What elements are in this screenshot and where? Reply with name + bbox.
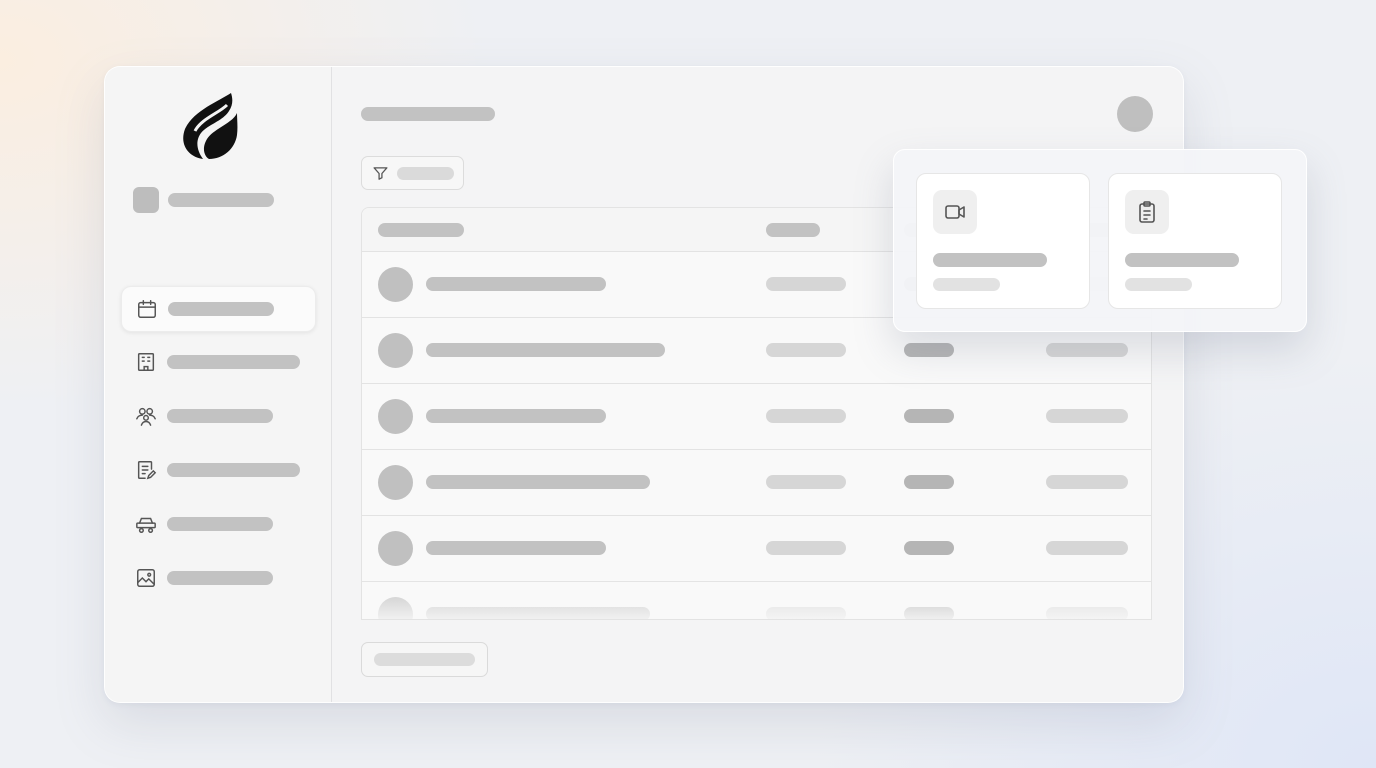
column-header xyxy=(766,223,820,237)
row-avatar xyxy=(378,597,413,619)
logo-icon xyxy=(179,91,239,163)
users-icon xyxy=(135,405,157,427)
notes-edit-icon xyxy=(135,459,157,481)
sidebar-item-vehicles[interactable] xyxy=(121,502,314,546)
row-cell-placeholder xyxy=(904,475,954,489)
row-name-placeholder xyxy=(426,475,650,489)
table-row[interactable] xyxy=(362,450,1151,516)
user-avatar[interactable] xyxy=(1117,96,1153,132)
image-icon xyxy=(135,567,157,589)
row-cell-placeholder xyxy=(766,277,846,291)
card-subtitle-placeholder xyxy=(933,278,1000,291)
action-card-clipboard[interactable] xyxy=(1108,173,1282,309)
row-avatar xyxy=(378,333,413,368)
workspace-switcher[interactable] xyxy=(133,185,313,213)
row-cell-placeholder xyxy=(766,607,846,619)
row-name-placeholder xyxy=(426,409,606,423)
sidebar-item-label xyxy=(168,302,274,316)
calendar-icon xyxy=(136,298,158,320)
card-title-placeholder xyxy=(933,253,1047,267)
card-title-placeholder xyxy=(1125,253,1239,267)
row-cell-placeholder xyxy=(904,409,954,423)
workspace-avatar xyxy=(133,187,159,213)
load-more-button[interactable] xyxy=(361,642,488,677)
table-row[interactable] xyxy=(362,516,1151,582)
video-icon xyxy=(933,190,977,234)
workspace-name-placeholder xyxy=(168,193,274,207)
clipboard-icon xyxy=(1125,190,1169,234)
building-icon xyxy=(135,351,157,373)
filter-icon xyxy=(372,165,389,182)
row-name-placeholder xyxy=(426,343,665,357)
row-cell-placeholder xyxy=(1046,541,1128,555)
sidebar-item-label xyxy=(167,409,273,423)
row-name-placeholder xyxy=(426,541,606,555)
page-title-placeholder xyxy=(361,107,495,121)
button-label-placeholder xyxy=(374,653,475,666)
sidebar-item-gallery[interactable] xyxy=(121,556,314,600)
row-avatar xyxy=(378,465,413,500)
sidebar-item-label xyxy=(167,355,300,369)
filter-button[interactable] xyxy=(361,156,464,190)
sidebar-item-label xyxy=(167,571,273,585)
row-cell-placeholder xyxy=(904,343,954,357)
row-name-placeholder xyxy=(426,607,650,619)
row-cell-placeholder xyxy=(904,541,954,555)
row-cell-placeholder xyxy=(1046,475,1128,489)
sidebar-item-label xyxy=(167,463,300,477)
row-name-placeholder xyxy=(426,277,606,291)
row-cell-placeholder xyxy=(1046,607,1128,619)
row-avatar xyxy=(378,531,413,566)
row-avatar xyxy=(378,267,413,302)
row-cell-placeholder xyxy=(1046,343,1128,357)
row-cell-placeholder xyxy=(766,475,846,489)
sidebar xyxy=(105,67,332,702)
row-cell-placeholder xyxy=(1046,409,1128,423)
table-row[interactable] xyxy=(362,384,1151,450)
sidebar-item-label xyxy=(167,517,273,531)
action-card-video[interactable] xyxy=(916,173,1090,309)
row-avatar xyxy=(378,399,413,434)
column-header xyxy=(378,223,464,237)
sidebar-item-calendar[interactable] xyxy=(121,286,316,332)
filter-label-placeholder xyxy=(397,167,454,180)
row-cell-placeholder xyxy=(904,607,954,619)
row-cell-placeholder xyxy=(766,409,846,423)
car-icon xyxy=(135,513,157,535)
card-subtitle-placeholder xyxy=(1125,278,1192,291)
row-cell-placeholder xyxy=(766,541,846,555)
table-row[interactable] xyxy=(362,582,1151,619)
sidebar-item-users[interactable] xyxy=(121,394,314,438)
sidebar-item-buildings[interactable] xyxy=(121,340,314,384)
sidebar-item-notes[interactable] xyxy=(121,448,314,492)
row-cell-placeholder xyxy=(766,343,846,357)
quick-actions-popover xyxy=(893,149,1307,332)
